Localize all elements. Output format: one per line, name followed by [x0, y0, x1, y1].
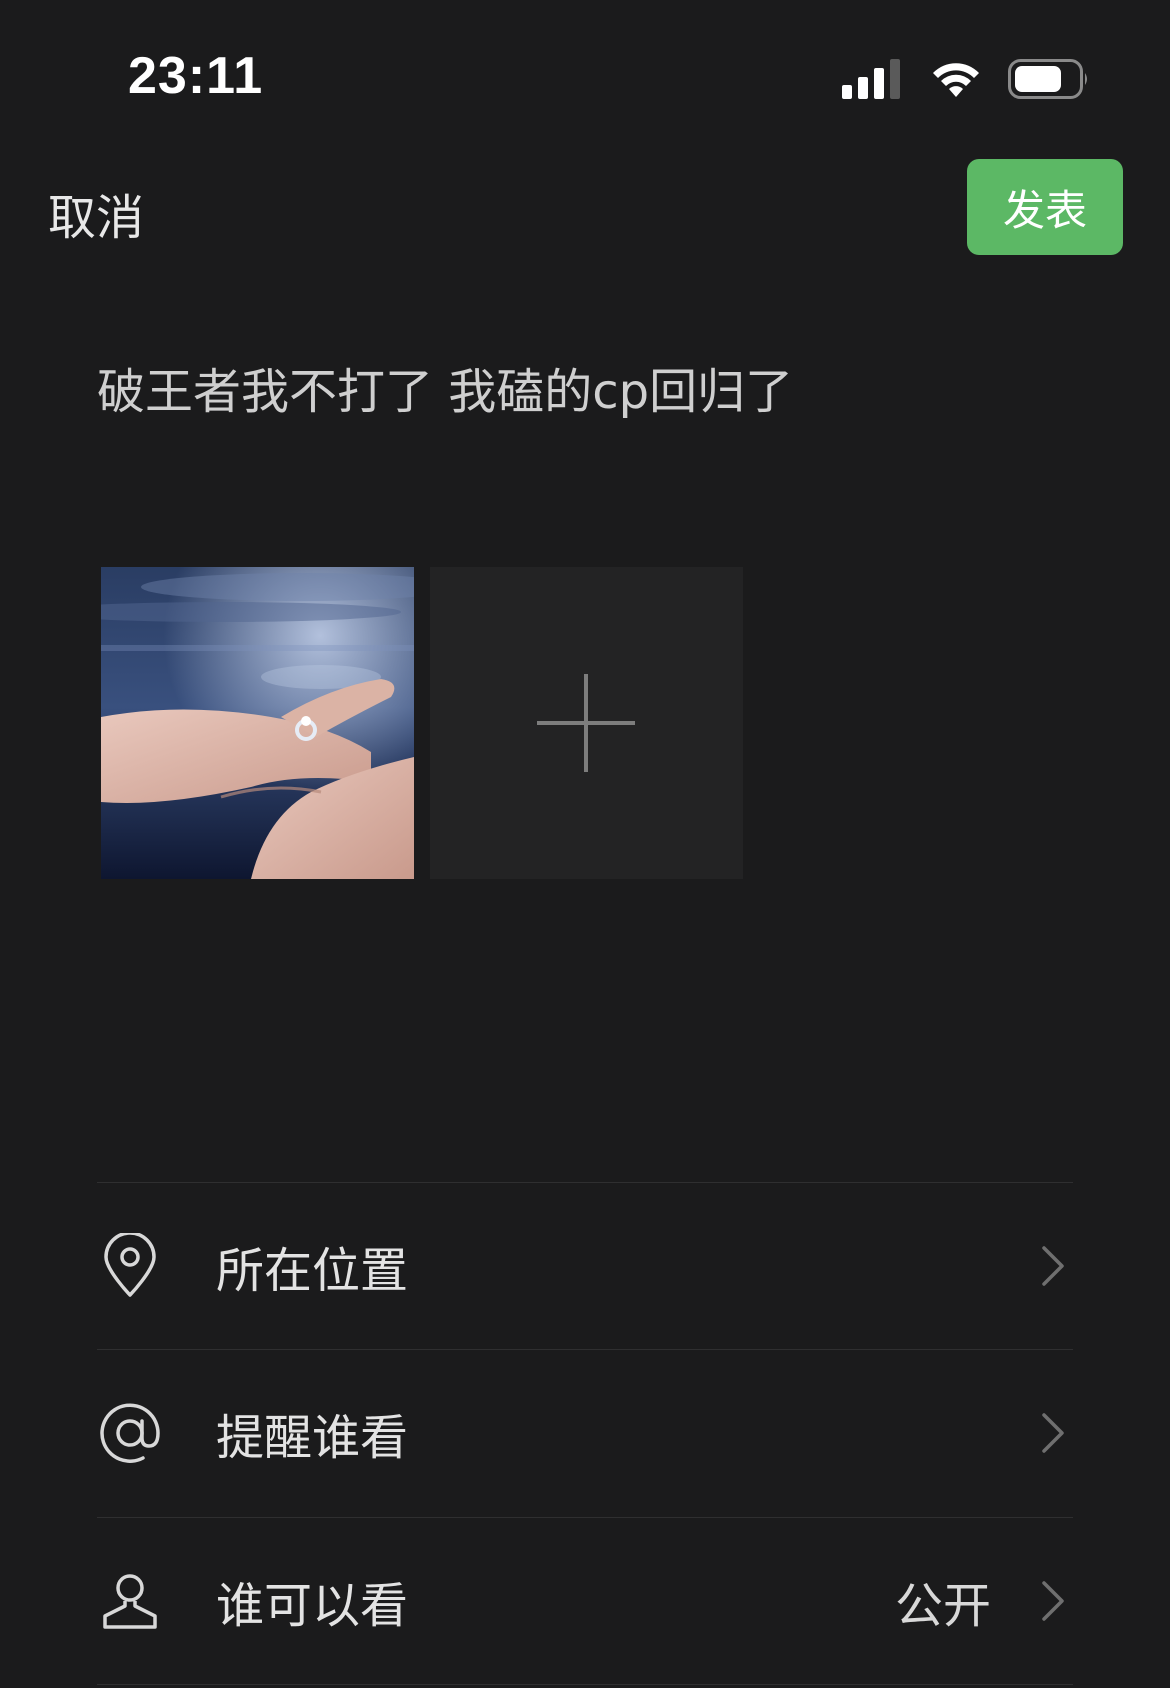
remind-label: 提醒谁看 [216, 1410, 409, 1466]
chevron-right-icon [1042, 1413, 1064, 1453]
plus-icon-vertical [584, 674, 588, 772]
wifi-icon [933, 63, 979, 97]
divider [97, 1684, 1073, 1685]
location-label: 所在位置 [216, 1243, 409, 1299]
cellular-signal-icon [842, 59, 900, 99]
photo-thumbnail[interactable] [101, 567, 414, 879]
visibility-row[interactable]: 谁可以看 公开 [97, 1518, 1073, 1684]
chevron-right-icon [1042, 1581, 1064, 1621]
post-text-input[interactable]: 破王者我不打了 我磕的cp回归了 [97, 352, 793, 422]
status-icons [842, 54, 1090, 104]
visibility-value: 公开 [894, 1578, 991, 1634]
at-sign-icon [100, 1403, 160, 1463]
visibility-label: 谁可以看 [216, 1578, 409, 1634]
battery-icon [1008, 59, 1087, 99]
remind-row[interactable]: 提醒谁看 [97, 1350, 1073, 1516]
location-pin-icon [104, 1233, 156, 1297]
publish-button[interactable]: 发表 [967, 159, 1123, 255]
location-row[interactable]: 所在位置 [97, 1183, 1073, 1349]
add-photo-button[interactable] [430, 567, 743, 879]
ring-hands-photo [101, 567, 414, 879]
cancel-button[interactable]: 取消 [48, 178, 144, 248]
person-icon [103, 1574, 157, 1629]
chevron-right-icon [1042, 1246, 1064, 1286]
status-bar: 23:11 [0, 0, 1170, 150]
status-time: 23:11 [128, 47, 264, 105]
